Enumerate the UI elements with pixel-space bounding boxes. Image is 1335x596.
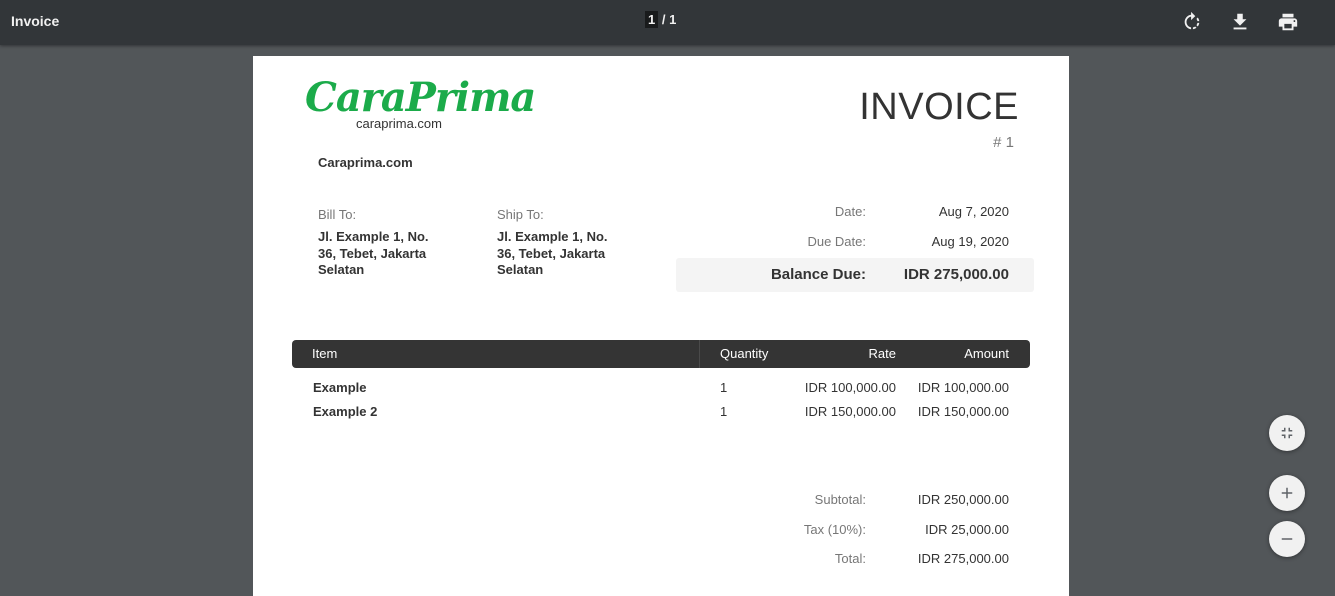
item-rate: IDR 150,000.00 [804,404,896,419]
column-item: Item [312,346,338,361]
total-value: IDR 275,000.00 [917,551,1009,566]
date-label: Date: [834,204,866,219]
page-indicator: 1 / 1 [645,11,677,28]
item-name: Example 2 [313,404,378,419]
item-amount: IDR 150,000.00 [917,404,1009,419]
subtotal-label: Subtotal: [814,492,866,507]
logo-subtitle: caraprima.com [356,116,442,131]
balance-due-label: Balance Due: [770,266,866,283]
print-icon[interactable] [1277,11,1299,33]
column-quantity: Quantity [720,346,769,361]
balance-due-value: IDR 275,000.00 [903,266,1009,283]
item-name: Example [313,380,367,395]
download-icon[interactable] [1229,11,1251,33]
column-divider [699,340,700,368]
ship-to-label: Ship To: [497,207,544,222]
page-total: / 1 [661,12,677,27]
item-amount: IDR 100,000.00 [917,380,1009,395]
column-rate: Rate [868,346,896,361]
pdf-toolbar: Invoice 1 / 1 [0,0,1335,45]
column-amount: Amount [964,346,1009,361]
item-rate: IDR 100,000.00 [804,380,896,395]
company-logo: CaraPrima caraprima.com [305,74,536,144]
zoom-in-icon[interactable] [1269,475,1305,511]
invoice-number: # 1 [993,134,1014,151]
items-table-header: Item Quantity Rate Amount [292,340,1030,368]
item-quantity: 1 [720,404,728,419]
company-name: Caraprima.com [318,155,413,170]
due-date-value: Aug 19, 2020 [931,234,1009,249]
tax-label: Tax (10%): [803,522,866,537]
fit-page-icon[interactable] [1269,415,1305,451]
invoice-page: CaraPrima caraprima.com Caraprima.com IN… [253,56,1069,596]
logo-brand: CaraPrima [305,74,536,121]
bill-to-label: Bill To: [318,207,357,222]
subtotal-value: IDR 250,000.00 [917,492,1009,507]
total-label: Total: [834,551,866,566]
tax-value: IDR 25,000.00 [925,522,1009,537]
ship-to-address: Jl. Example 1, No. 36, Tebet, Jakarta Se… [497,229,608,277]
item-quantity: 1 [720,380,728,395]
bill-to-address: Jl. Example 1, No. 36, Tebet, Jakarta Se… [318,229,429,277]
zoom-out-icon[interactable] [1269,521,1305,557]
invoice-title: INVOICE [859,86,1019,128]
document-title: Invoice [11,13,60,29]
rotate-icon[interactable] [1181,11,1203,33]
balance-due-box: Balance Due: IDR 275,000.00 [676,258,1034,292]
current-page-input[interactable]: 1 [645,11,659,28]
date-value: Aug 7, 2020 [938,204,1009,219]
due-date-label: Due Date: [807,234,866,249]
